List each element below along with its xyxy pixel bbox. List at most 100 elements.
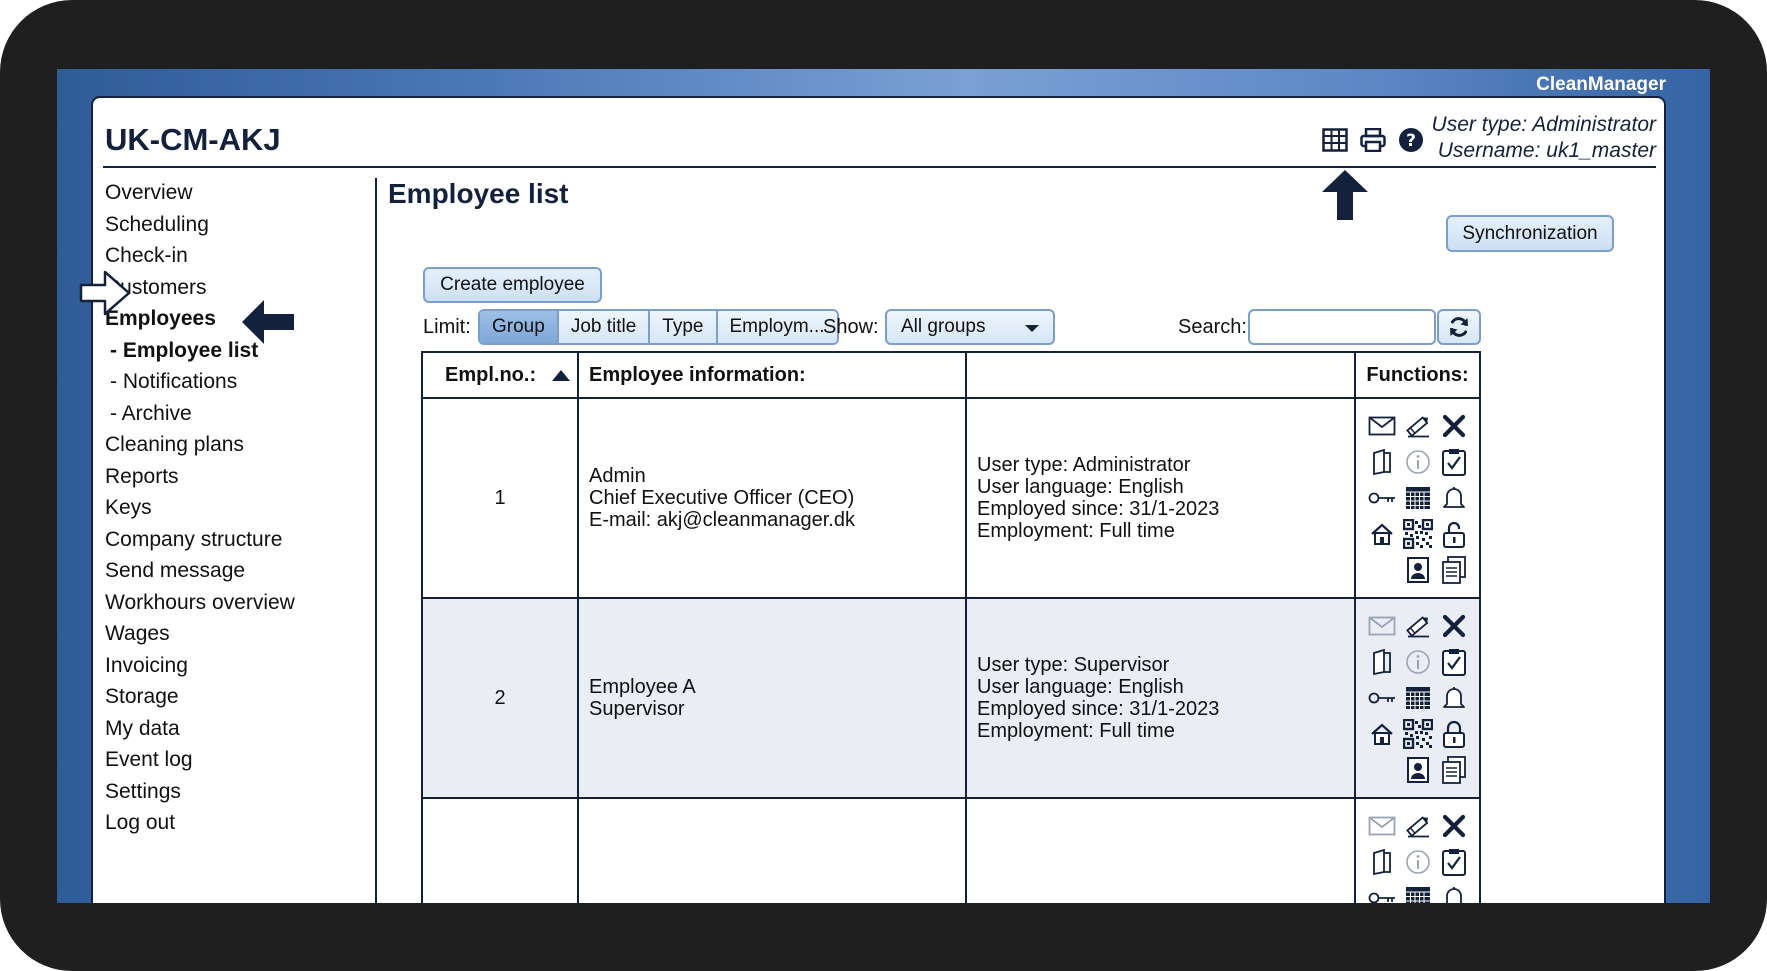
sidebar-item-archive[interactable]: - Archive xyxy=(105,398,365,430)
table-row: 2 Employee A Supervisor User type: Supervis… xyxy=(421,597,1481,799)
sidebar-item-scheduling[interactable]: Scheduling xyxy=(105,209,365,241)
employee-info-cell: Admin Chief Executive Officer (CEO) E-mail… xyxy=(577,397,967,599)
edit-icon[interactable] xyxy=(1400,811,1436,841)
lock-icon[interactable] xyxy=(1436,719,1472,749)
clipboard-check-icon[interactable] xyxy=(1436,447,1472,477)
search-label: Search: xyxy=(1178,316,1247,338)
sidebar-item-storage[interactable]: Storage xyxy=(105,681,365,713)
functions-grid xyxy=(1356,411,1479,585)
delete-icon[interactable] xyxy=(1436,811,1472,841)
sidebar-item-reports[interactable]: Reports xyxy=(105,461,365,493)
document-icon[interactable] xyxy=(1364,847,1400,877)
limit-option-job-title[interactable]: Job title xyxy=(558,311,651,343)
sidebar-item-employees[interactable]: Employees xyxy=(105,303,365,335)
key-icon[interactable] xyxy=(1364,883,1400,903)
sidebar-item-keys[interactable]: Keys xyxy=(105,492,365,524)
page-title: Employee list xyxy=(388,178,569,209)
employee-number: 2 xyxy=(421,597,579,799)
edit-icon[interactable] xyxy=(1400,411,1436,441)
username-label: Username: uk1_master xyxy=(1437,139,1656,162)
table-row xyxy=(421,797,1481,903)
bell-icon[interactable] xyxy=(1436,883,1472,903)
limit-option-group[interactable]: Group xyxy=(480,311,559,343)
table-header-row: Empl.no.: Employee information: Function… xyxy=(421,351,1481,399)
employee-info-cell: Employee A Supervisor xyxy=(577,597,967,799)
employee-detail-line: User language: English xyxy=(977,476,1184,498)
sidebar-item-log-out[interactable]: Log out xyxy=(105,807,365,839)
delete-icon[interactable] xyxy=(1436,611,1472,641)
sidebar-item-employee-list[interactable]: - Employee list xyxy=(105,335,365,367)
limit-option-type[interactable]: Type xyxy=(650,311,718,343)
id-card-icon[interactable] xyxy=(1400,555,1436,585)
employee-info-cell xyxy=(577,797,967,903)
column-header-empl-no[interactable]: Empl.no.: xyxy=(421,351,579,399)
employee-number xyxy=(421,797,579,903)
limit-option-employment[interactable]: Employm... xyxy=(717,311,837,343)
unlock-icon[interactable] xyxy=(1436,519,1472,549)
employee-info-line: Admin xyxy=(589,465,646,487)
calendar-icon[interactable] xyxy=(1400,883,1436,903)
synchronization-button[interactable]: Synchronization xyxy=(1446,215,1614,252)
sidebar-nav: Overview Scheduling Check-in Customers E… xyxy=(105,177,365,839)
info-icon xyxy=(1400,447,1436,477)
document-icon[interactable] xyxy=(1364,647,1400,677)
table-row: 1 Admin Chief Executive Officer (CEO) E-mai… xyxy=(421,397,1481,599)
clipboard-check-icon[interactable] xyxy=(1436,847,1472,877)
clipboard-check-icon[interactable] xyxy=(1436,647,1472,677)
qr-code-icon[interactable] xyxy=(1400,719,1436,749)
help-icon[interactable]: ? xyxy=(1397,126,1425,154)
id-card-icon[interactable] xyxy=(1400,755,1436,785)
home-icon[interactable] xyxy=(1364,719,1400,749)
employee-detail-line: Employment: Full time xyxy=(977,720,1175,742)
functions-grid xyxy=(1356,611,1479,785)
arrow-right-icon xyxy=(79,270,131,316)
home-icon[interactable] xyxy=(1364,519,1400,549)
employee-number: 1 xyxy=(421,397,579,599)
sidebar-item-event-log[interactable]: Event log xyxy=(105,744,365,776)
create-employee-button[interactable]: Create employee xyxy=(423,267,602,303)
employee-table: Empl.no.: Employee information: Function… xyxy=(421,351,1481,903)
copy-icon[interactable] xyxy=(1436,555,1472,585)
sidebar-item-overview[interactable]: Overview xyxy=(105,177,365,209)
show-select[interactable]: All groups xyxy=(885,309,1055,345)
calendar-icon[interactable] xyxy=(1400,483,1436,513)
company-title: UK-CM-AKJ xyxy=(105,122,281,157)
user-type-label: User type: Administrator xyxy=(1431,113,1656,136)
sidebar-item-customers[interactable]: Customers xyxy=(105,272,365,304)
sidebar-item-workhours-overview[interactable]: Workhours overview xyxy=(105,587,365,619)
sidebar-item-check-in[interactable]: Check-in xyxy=(105,240,365,272)
qr-code-icon[interactable] xyxy=(1400,519,1436,549)
sidebar-item-notifications[interactable]: - Notifications xyxy=(105,366,365,398)
employee-detail-line: User type: Supervisor xyxy=(977,654,1170,676)
employee-info-line: Employee A xyxy=(589,676,696,698)
copy-icon[interactable] xyxy=(1436,755,1472,785)
employee-details-cell: User type: Supervisor User language: Engl… xyxy=(965,597,1356,799)
delete-icon[interactable] xyxy=(1436,411,1472,441)
filter-bar: Limit: Group Job title Type Employm... S… xyxy=(423,309,1618,345)
sidebar-item-send-message[interactable]: Send message xyxy=(105,555,365,587)
search-input[interactable] xyxy=(1248,309,1436,345)
sidebar-item-company-structure[interactable]: Company structure xyxy=(105,524,365,556)
mail-icon[interactable] xyxy=(1364,411,1400,441)
sidebar-item-my-data[interactable]: My data xyxy=(105,713,365,745)
sidebar-item-settings[interactable]: Settings xyxy=(105,776,365,808)
print-icon[interactable] xyxy=(1359,126,1387,154)
bell-icon[interactable] xyxy=(1436,483,1472,513)
table-icon[interactable] xyxy=(1321,126,1349,154)
refresh-button[interactable] xyxy=(1437,309,1481,345)
column-header-details xyxy=(965,351,1356,399)
employee-detail-line: Employment: Full time xyxy=(977,520,1175,542)
sidebar-divider xyxy=(375,178,377,903)
bell-icon[interactable] xyxy=(1436,683,1472,713)
sidebar-item-invoicing[interactable]: Invoicing xyxy=(105,650,365,682)
key-icon[interactable] xyxy=(1364,483,1400,513)
calendar-icon[interactable] xyxy=(1400,683,1436,713)
document-icon[interactable] xyxy=(1364,447,1400,477)
chevron-down-icon xyxy=(1025,325,1039,332)
limit-segmented-control: Group Job title Type Employm... xyxy=(478,309,839,345)
key-icon[interactable] xyxy=(1364,683,1400,713)
sidebar-item-wages[interactable]: Wages xyxy=(105,618,365,650)
sidebar-item-cleaning-plans[interactable]: Cleaning plans xyxy=(105,429,365,461)
edit-icon[interactable] xyxy=(1400,611,1436,641)
